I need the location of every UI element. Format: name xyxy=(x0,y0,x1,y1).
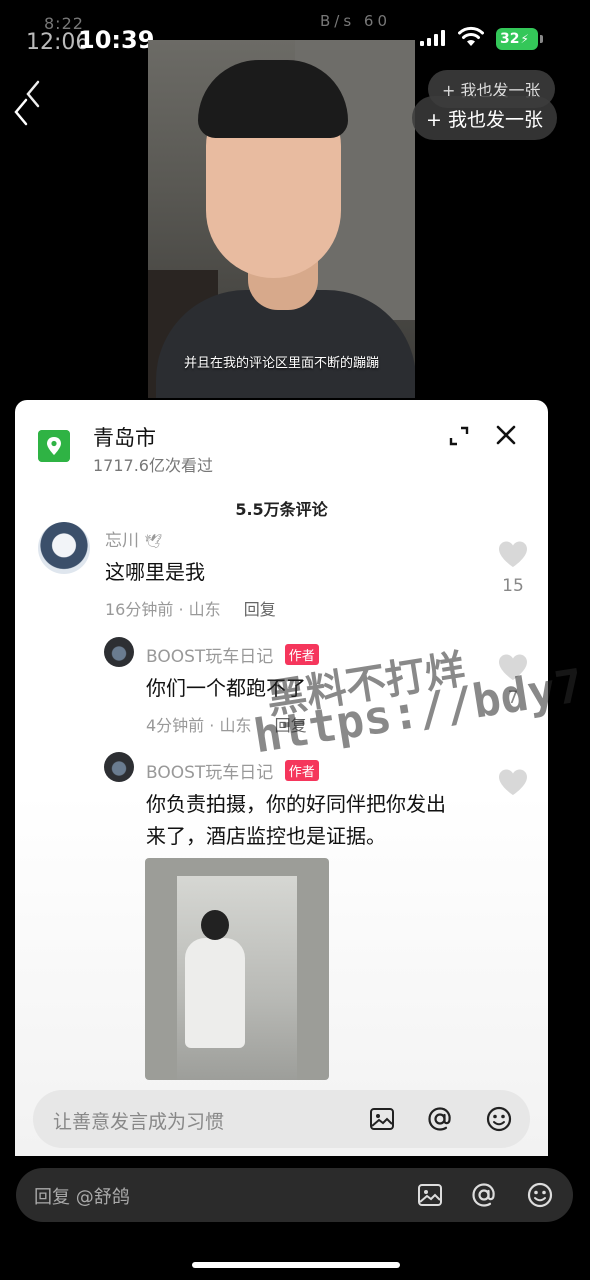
avatar[interactable] xyxy=(38,522,90,574)
reply-input[interactable]: 回复 @舒鸽 xyxy=(16,1168,573,1222)
emoji-icon[interactable] xyxy=(526,1181,554,1209)
image-icon[interactable] xyxy=(416,1181,444,1209)
reply-username[interactable]: BOOST玩车日记 作者 xyxy=(146,758,319,783)
close-icon[interactable] xyxy=(495,424,517,446)
comment-username[interactable]: 忘川 🕊 xyxy=(105,526,162,551)
comment-panel: 青岛市 1717.6亿次看过 5.5万条评论 忘川 🕊 这哪里是我 16分钟前 … xyxy=(15,400,548,1156)
comment-count: 5.5万条评论 xyxy=(235,500,328,519)
author-badge: 作者 xyxy=(284,760,319,781)
reply-time: 4分钟前 xyxy=(146,716,205,735)
at-icon[interactable] xyxy=(470,1181,498,1209)
location-pin-icon xyxy=(38,430,70,462)
status-time: 10:39 xyxy=(78,26,155,54)
video-subtitle: 并且在我的评论区里面不断的蹦蹦 xyxy=(183,356,379,371)
reply-region: 山东 xyxy=(219,716,252,735)
battery-level: 32 xyxy=(500,31,520,47)
reply-button[interactable]: 回复 xyxy=(244,600,276,619)
home-indicator[interactable] xyxy=(192,1262,400,1268)
comment-text: 这哪里是我 xyxy=(105,560,205,584)
charging-bolt-icon: ⚡ xyxy=(520,32,529,46)
comment-meta: 16分钟前 · 山东 回复 xyxy=(105,600,276,619)
expand-icon[interactable] xyxy=(447,424,471,448)
ghost-network-speed: B/s 60 xyxy=(320,12,392,30)
comment-attached-image[interactable] xyxy=(145,858,329,1080)
comment-time: 16分钟前 xyxy=(105,600,174,619)
reply-username-text: BOOST玩车日记 xyxy=(146,647,274,667)
cellular-signal-icon xyxy=(420,30,445,46)
comment-input[interactable]: 让善意发言成为习惯 xyxy=(33,1090,530,1148)
avatar[interactable] xyxy=(104,752,134,782)
emoji-icon[interactable] xyxy=(485,1105,513,1133)
heart-icon[interactable] xyxy=(497,540,529,568)
reply-text-line: 来了，酒店监控也是证据。 xyxy=(146,824,386,848)
comment-username-text: 忘川 xyxy=(105,531,139,551)
comment-region: 山东 xyxy=(188,600,221,619)
battery-indicator: 32 ⚡ xyxy=(496,28,543,50)
reply-input-placeholder: 回复 @舒鸽 xyxy=(34,1187,130,1208)
wifi-icon xyxy=(458,26,484,46)
like-count: 15 xyxy=(502,576,524,596)
location-title[interactable]: 青岛市 xyxy=(93,422,156,452)
video-frame[interactable]: 并且在我的评论区里面不断的蹦蹦 xyxy=(148,40,415,398)
heart-icon[interactable] xyxy=(497,768,529,796)
reply-username-text: BOOST玩车日记 xyxy=(146,763,274,783)
location-views: 1717.6亿次看过 xyxy=(93,456,213,475)
back-arrow-icon[interactable] xyxy=(10,78,46,128)
bird-emoji-icon: 🕊 xyxy=(144,534,163,550)
comment-input-placeholder: 让善意发言成为习惯 xyxy=(53,1111,225,1133)
reply-text-line: 你负责拍摄，你的好同伴把你发出 xyxy=(146,792,446,816)
post-one-too-button[interactable]: + 我也发一张 xyxy=(412,96,557,140)
avatar[interactable] xyxy=(104,637,134,667)
image-icon[interactable] xyxy=(368,1105,396,1133)
at-icon[interactable] xyxy=(426,1105,454,1133)
